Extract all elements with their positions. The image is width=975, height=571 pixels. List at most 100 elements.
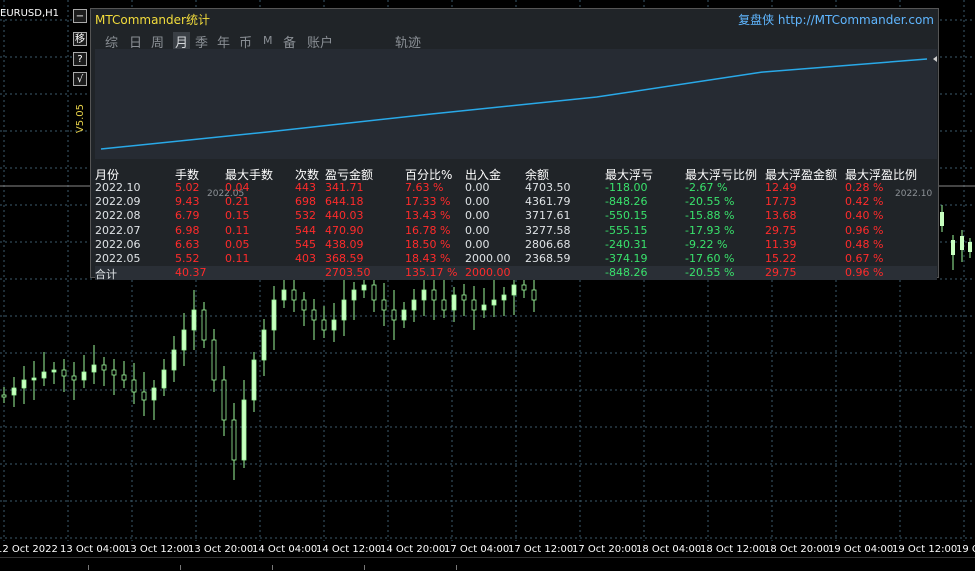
time-tick: 14 Oct 12:00 [316,544,382,555]
cell-deposit: 0.00 [465,181,490,194]
tab-7[interactable]: M [263,34,273,47]
table-row: 2022.09 9.43 0.21 698 644.18 17.33 % 0.00 4361.… [95,195,937,209]
candle [421,289,427,301]
candle [471,299,477,311]
candle [441,299,447,311]
candle [61,369,67,377]
cell-pct: 18.50 % [405,237,451,251]
candle [351,289,357,301]
candle [51,369,57,373]
candle [21,379,27,389]
cell-month: 2022.08 [95,209,141,223]
time-tick: 13 Oct 04:00 [60,544,126,555]
cell-balance: 4703.50 [525,181,571,194]
candle [951,240,955,255]
candle [41,371,47,379]
cell-deposit: 0.00 [465,195,490,209]
candle [301,299,307,311]
cell-max-dd: -118.00 [605,181,648,194]
cell-max-dd-pct: -20.55 % [685,195,735,209]
cell-deposit: 0.00 [465,209,490,223]
candle [271,299,277,331]
time-tick: 19 Oct 04:00 [828,544,894,555]
table-row: 2022.06 6.63 0.05 545 438.09 18.50 % 0.00 2806.… [95,238,937,252]
candle [501,294,507,301]
time-tick: 17 Oct 20:00 [572,544,638,555]
check-button[interactable]: √ [73,72,87,86]
website-link[interactable]: 复盘侠 http://MTCommander.com [738,11,934,28]
cell-max-dd: -848.26 [605,195,648,209]
total-pct: 135.17 % [405,266,458,280]
table-row: 2022.08 6.79 0.15 532 440.03 13.43 % 0.00 3717.… [95,209,937,223]
cell-lots: 9.43 [175,195,200,209]
cell-max-lots: 0.15 [225,209,250,223]
minimize-button[interactable]: − [73,9,87,23]
cell-deposit: 0.00 [465,237,490,251]
cell-lots: 6.63 [175,237,200,251]
candle [91,364,97,373]
time-tick: 19 Oct 12:00 [892,544,958,555]
candle [481,304,487,311]
cell-count: 403 [295,251,316,265]
candle [331,319,337,331]
cell-max-lots: 0.04 [225,181,250,194]
cell-pct: 18.43 % [405,251,451,265]
cell-pnl: 341.71 [325,181,364,194]
cell-max-fp-pct: 0.40 % [845,209,884,223]
time-tick: 14 Oct 04:00 [252,544,318,555]
cell-pnl: 470.90 [325,223,364,237]
cell-max-dd: -550.15 [605,209,648,223]
candle [231,419,237,461]
cell-max-fp: 11.39 [765,237,797,251]
cell-max-dd: -555.15 [605,223,648,237]
candle [11,387,17,396]
candle [381,299,387,311]
cell-max-dd-pct: -17.60 % [685,251,735,265]
candle [281,289,287,301]
cell-balance: 3277.58 [525,223,571,237]
time-tick: 12 Oct 2022 [0,544,58,555]
candle [291,289,297,301]
candle [401,309,407,321]
table-row: 2022.10 5.02 0.04 443 341.71 7.63 % 0.00 4703.5… [95,181,937,195]
candle [321,319,327,331]
cell-count: 545 [295,237,316,251]
cell-max-lots: 0.05 [225,237,250,251]
candle [431,289,437,301]
stats-table: 月份 手数 最大手数 次数 盈亏金额 百分比% 出入金 余额 最大浮亏 最大浮亏比例 最大浮盈金额最… [95,166,937,281]
candle [968,242,972,252]
cell-count: 698 [295,195,316,209]
candle [251,359,257,401]
candle [151,387,157,401]
candle [191,309,197,331]
cell-max-dd: -374.19 [605,251,648,265]
cell-max-fp: 29.75 [765,223,797,237]
table-row: 2022.05 5.52 0.11 403 368.59 18.43 % 2000.00 23… [95,252,937,266]
time-axis: 12 Oct 2022 13 Oct 04:00 13 Oct 12:00 13 Oc… [0,541,975,557]
bottom-divider [88,565,89,570]
candle [361,284,367,291]
time-tick: 13 Oct 20:00 [188,544,254,555]
total-deposit: 2000.00 [465,266,511,280]
cell-max-fp-pct: 0.42 % [845,195,884,209]
cell-deposit: 2000.00 [465,251,511,265]
cell-balance: 4361.79 [525,195,571,209]
cell-lots: 6.98 [175,223,200,237]
candle [181,329,187,351]
bottom-divider [180,565,181,570]
cell-max-dd: -240.31 [605,237,648,251]
candle [71,375,77,381]
help-button[interactable]: ? [73,52,87,66]
equity-curve-plot: 2022.05 2022.10 [95,49,937,199]
candle [461,294,467,301]
bottom-divider [456,565,457,570]
cell-max-lots: 0.11 [225,251,250,265]
candle [241,399,247,461]
candle [1,394,7,398]
cell-balance: 2368.59 [525,251,571,265]
total-lots: 40.37 [175,266,207,280]
cell-month: 2022.06 [95,237,141,251]
cell-max-fp-pct: 0.48 % [845,237,884,251]
move-button[interactable]: 移 [73,32,87,46]
candle [31,377,37,381]
